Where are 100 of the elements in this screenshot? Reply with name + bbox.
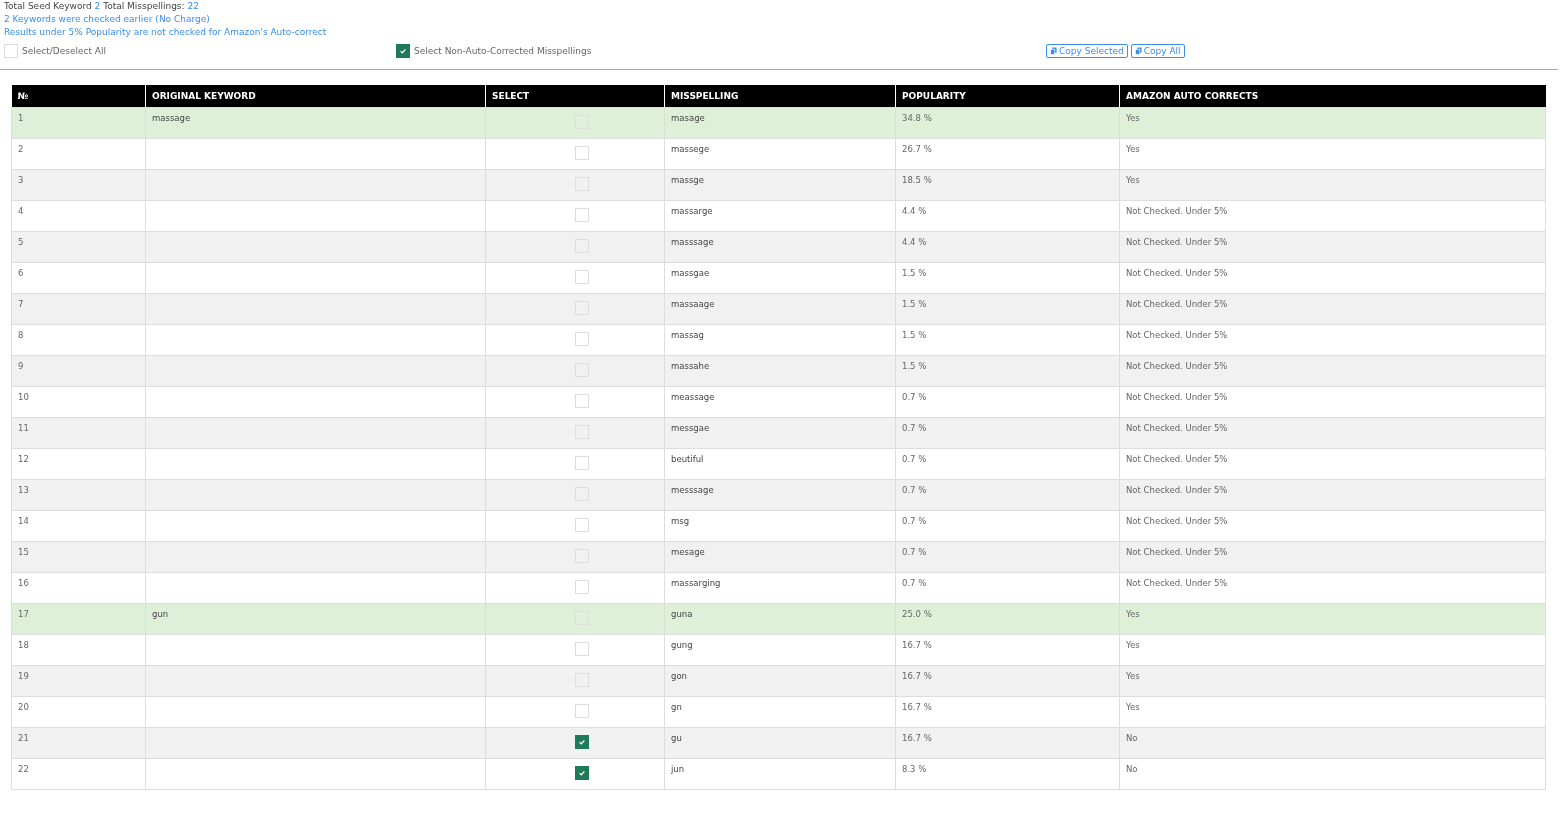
checkbox[interactable] <box>396 44 410 58</box>
copy-icon <box>1050 47 1057 55</box>
table-cell: 8 <box>11 324 146 356</box>
table-cell: massarging <box>664 572 896 604</box>
table-cell: Not Checked. Under 5% <box>1119 572 1546 604</box>
table-cell: Not Checked. Under 5% <box>1119 510 1546 542</box>
table-cell: Yes <box>1119 169 1546 201</box>
column-header: ORIGINAL KEYWORD <box>145 85 486 108</box>
table-cell: gun <box>145 603 486 635</box>
table-cell: 8.3 % <box>895 758 1120 790</box>
table-cell: 16.7 % <box>895 665 1120 697</box>
check-icon <box>577 769 586 777</box>
table-cell: Not Checked. Under 5% <box>1119 355 1546 387</box>
column-header: AMAZON AUTO CORRECTS <box>1119 85 1546 108</box>
column-header: POPULARITY <box>895 85 1120 108</box>
table-cell: massaage <box>664 293 896 325</box>
table-cell: 0.7 % <box>895 448 1120 480</box>
table-cell: 4 <box>11 200 146 232</box>
table-cell: 6 <box>11 262 146 294</box>
table-cell: Yes <box>1119 634 1546 666</box>
info-note: Results under 5% Popularity are not checked for Amazon's Auto-correct <box>4 26 328 39</box>
table-cell: Not Checked. Under 5% <box>1119 417 1546 449</box>
table-cell: beutiful <box>664 448 896 480</box>
table-cell: 12 <box>11 448 146 480</box>
table-cell: massege <box>664 138 896 170</box>
table-cell: massage <box>145 107 486 139</box>
table-cell: 34.8 % <box>895 107 1120 139</box>
copy-icon <box>1134 47 1142 55</box>
table-cell: 1.5 % <box>895 293 1120 325</box>
table-cell: 0.7 % <box>895 541 1120 573</box>
table-cell: 4.4 % <box>895 231 1120 263</box>
table-cell: messgae <box>664 417 896 449</box>
table-cell: gu <box>664 727 896 759</box>
table-cell: 2 <box>11 138 146 170</box>
table-cell: 16.7 % <box>895 727 1120 759</box>
table-cell: 18.5 % <box>895 169 1120 201</box>
table-cell: 20 <box>11 696 146 728</box>
table-cell: 1.5 % <box>895 262 1120 294</box>
column-header: SELECT <box>485 85 665 108</box>
table-cell: No <box>1119 727 1546 759</box>
check-icon <box>399 47 407 55</box>
table-cell: Not Checked. Under 5% <box>1119 200 1546 232</box>
table-cell: Not Checked. Under 5% <box>1119 262 1546 294</box>
checkbox[interactable] <box>574 766 589 780</box>
table-cell: meassage <box>664 386 896 418</box>
table-cell: messsage <box>664 479 896 511</box>
table-cell: 1.5 % <box>895 324 1120 356</box>
checkbox-label: Select/Deselect All <box>22 46 107 56</box>
table-cell: 16 <box>11 572 146 604</box>
table-cell: Not Checked. Under 5% <box>1119 479 1546 511</box>
table-cell: Not Checked. Under 5% <box>1119 448 1546 480</box>
info-note: 2 Keywords were checked earlier (No Charge) <box>4 13 211 26</box>
column-header: № <box>11 85 146 108</box>
copy-button[interactable]: Copy Selected <box>1046 44 1128 58</box>
table-cell: Not Checked. Under 5% <box>1119 324 1546 356</box>
table-cell: 26.7 % <box>895 138 1120 170</box>
table-cell: 1 <box>11 107 146 139</box>
checkbox[interactable] <box>574 735 589 749</box>
table-cell: 0.7 % <box>895 572 1120 604</box>
table-cell: guna <box>664 603 896 635</box>
table-cell: 10 <box>11 386 146 418</box>
table-cell: mesage <box>664 541 896 573</box>
table-cell: gung <box>664 634 896 666</box>
table-cell: 22 <box>11 758 146 790</box>
table-cell: Not Checked. Under 5% <box>1119 231 1546 263</box>
table-cell: massge <box>664 169 896 201</box>
table-cell: jun <box>664 758 896 790</box>
table-cell: masage <box>664 107 896 139</box>
table-cell: msg <box>664 510 896 542</box>
table-cell: 25.0 % <box>895 603 1120 635</box>
table-cell: Not Checked. Under 5% <box>1119 293 1546 325</box>
column-header: MISSPELLING <box>664 85 896 108</box>
table-cell: 9 <box>11 355 146 387</box>
table-cell: 18 <box>11 634 146 666</box>
table-cell: 7 <box>11 293 146 325</box>
table-cell: 15 <box>11 541 146 573</box>
table-cell: 13 <box>11 479 146 511</box>
table-cell: 19 <box>11 665 146 697</box>
table-cell: gn <box>664 696 896 728</box>
table-cell: masssage <box>664 231 896 263</box>
table-cell: No <box>1119 758 1546 790</box>
table-cell: 11 <box>11 417 146 449</box>
table-cell: massgae <box>664 262 896 294</box>
table-cell: Yes <box>1119 665 1546 697</box>
table-cell: 17 <box>11 603 146 635</box>
table-cell: 4.4 % <box>895 200 1120 232</box>
table-cell: 21 <box>11 727 146 759</box>
table-cell: 14 <box>11 510 146 542</box>
table-cell: massahe <box>664 355 896 387</box>
table-cell: 0.7 % <box>895 417 1120 449</box>
table-cell: Not Checked. Under 5% <box>1119 386 1546 418</box>
table-cell: massarge <box>664 200 896 232</box>
table-cell: 5 <box>11 231 146 263</box>
table-cell: 0.7 % <box>895 510 1120 542</box>
table-cell: gon <box>664 665 896 697</box>
table-cell: 1.5 % <box>895 355 1120 387</box>
checkbox-label: Select Non-Auto-Corrected Misspellings <box>414 46 592 56</box>
copy-button[interactable]: Copy All <box>1130 44 1185 58</box>
summary-text: Total Seed Keyword 2 Total Misspellings: 22 <box>4 0 200 13</box>
table-cell: 0.7 % <box>895 479 1120 511</box>
